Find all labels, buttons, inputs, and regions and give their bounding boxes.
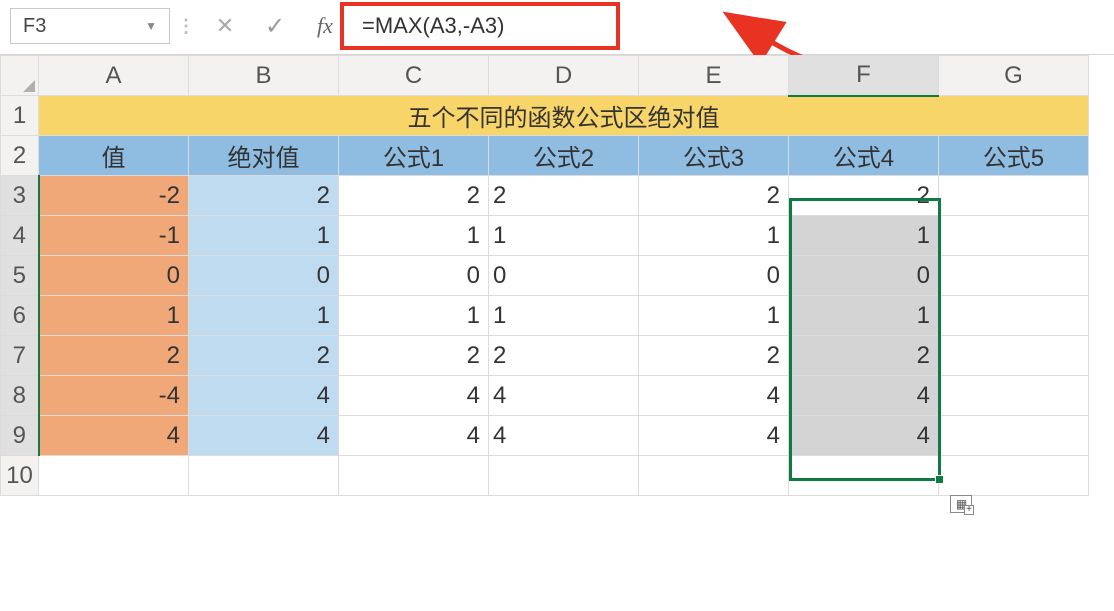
cell[interactable]: 0 — [39, 256, 189, 296]
row-header-5[interactable]: 5 — [1, 256, 39, 296]
cell[interactable]: 0 — [189, 256, 339, 296]
autofill-options-icon[interactable]: ▦+ — [950, 495, 972, 513]
cell[interactable]: 0 — [339, 256, 489, 296]
cell[interactable]: 2 — [339, 336, 489, 376]
col-header-B[interactable]: B — [189, 56, 339, 96]
cell[interactable]: 4 — [189, 416, 339, 456]
cell[interactable] — [939, 256, 1089, 296]
cell[interactable]: -1 — [39, 216, 189, 256]
cell[interactable]: 2 — [639, 336, 789, 376]
cell[interactable] — [939, 176, 1089, 216]
cell[interactable]: 4 — [489, 416, 639, 456]
col-header-D[interactable]: D — [489, 56, 639, 96]
row-header-3[interactable]: 3 — [1, 176, 39, 216]
row-header-8[interactable]: 8 — [1, 376, 39, 416]
cell[interactable] — [789, 456, 939, 496]
cell[interactable] — [489, 456, 639, 496]
title-cell[interactable]: 五个不同的函数公式区绝对值 — [39, 96, 1089, 136]
cell[interactable]: 4 — [339, 416, 489, 456]
formula-bar: F3 ▼ ⋮ ✕ ✓ fx — [0, 0, 1114, 55]
cell[interactable]: 4 — [489, 376, 639, 416]
row-header-10[interactable]: 10 — [1, 456, 39, 496]
separator: ⋮ — [170, 16, 200, 37]
header-f5[interactable]: 公式5 — [939, 136, 1089, 176]
cell[interactable] — [339, 456, 489, 496]
row-header-9[interactable]: 9 — [1, 416, 39, 456]
cell[interactable]: 1 — [489, 296, 639, 336]
cell[interactable]: 2 — [339, 176, 489, 216]
name-box-value: F3 — [23, 15, 46, 38]
col-header-E[interactable]: E — [639, 56, 789, 96]
row-header-1[interactable]: 1 — [1, 96, 39, 136]
col-header-F[interactable]: F — [789, 56, 939, 96]
cell[interactable]: 4 — [789, 416, 939, 456]
cell[interactable]: 4 — [639, 376, 789, 416]
header-f2[interactable]: 公式2 — [489, 136, 639, 176]
cell[interactable]: 2 — [189, 176, 339, 216]
cell[interactable]: 4 — [189, 376, 339, 416]
header-f1[interactable]: 公式1 — [339, 136, 489, 176]
col-header-A[interactable]: A — [39, 56, 189, 96]
cell[interactable]: 1 — [189, 216, 339, 256]
cell[interactable]: 0 — [489, 256, 639, 296]
cell[interactable]: 1 — [39, 296, 189, 336]
header-val[interactable]: 值 — [39, 136, 189, 176]
cell[interactable]: 2 — [639, 176, 789, 216]
cell[interactable]: 4 — [339, 376, 489, 416]
row-header-4[interactable]: 4 — [1, 216, 39, 256]
cell[interactable]: 1 — [789, 216, 939, 256]
cell[interactable] — [939, 416, 1089, 456]
spreadsheet-grid[interactable]: A B C D E F G 1 五个不同的函数公式区绝对值 2 值 绝对值 公式… — [0, 55, 1114, 496]
cell[interactable] — [39, 456, 189, 496]
active-cell[interactable]: 2 — [789, 176, 939, 216]
cell[interactable]: 0 — [789, 256, 939, 296]
cell[interactable]: 1 — [789, 296, 939, 336]
header-f4[interactable]: 公式4 — [789, 136, 939, 176]
formula-input[interactable] — [350, 8, 1104, 44]
cell[interactable]: 4 — [789, 376, 939, 416]
cell[interactable]: 1 — [639, 296, 789, 336]
cell[interactable]: 2 — [789, 336, 939, 376]
cell[interactable] — [939, 296, 1089, 336]
cell[interactable] — [189, 456, 339, 496]
cancel-button[interactable]: ✕ — [200, 8, 250, 44]
dropdown-icon[interactable]: ▼ — [145, 19, 157, 33]
cell[interactable] — [639, 456, 789, 496]
row-header-2[interactable]: 2 — [1, 136, 39, 176]
cell[interactable]: 1 — [339, 296, 489, 336]
cell[interactable]: 1 — [339, 216, 489, 256]
select-all-corner[interactable] — [1, 56, 39, 96]
enter-button[interactable]: ✓ — [250, 8, 300, 44]
name-box[interactable]: F3 ▼ — [10, 8, 170, 44]
cell[interactable] — [939, 336, 1089, 376]
fx-button[interactable]: fx — [300, 8, 350, 44]
col-header-G[interactable]: G — [939, 56, 1089, 96]
cell[interactable]: 4 — [39, 416, 189, 456]
cell[interactable]: -4 — [39, 376, 189, 416]
cell[interactable]: 2 — [489, 176, 639, 216]
cell[interactable]: 2 — [489, 336, 639, 376]
col-header-C[interactable]: C — [339, 56, 489, 96]
cell[interactable]: -2 — [39, 176, 189, 216]
row-header-6[interactable]: 6 — [1, 296, 39, 336]
header-f3[interactable]: 公式3 — [639, 136, 789, 176]
cell[interactable]: 1 — [639, 216, 789, 256]
cell[interactable]: 2 — [189, 336, 339, 376]
cell[interactable]: 0 — [639, 256, 789, 296]
cell[interactable]: 1 — [489, 216, 639, 256]
fill-handle[interactable] — [935, 475, 944, 484]
cell[interactable]: 1 — [189, 296, 339, 336]
cell[interactable] — [939, 216, 1089, 256]
cell[interactable] — [939, 376, 1089, 416]
header-abs[interactable]: 绝对值 — [189, 136, 339, 176]
cell[interactable]: 4 — [639, 416, 789, 456]
row-header-7[interactable]: 7 — [1, 336, 39, 376]
cell[interactable]: 2 — [39, 336, 189, 376]
cell[interactable] — [939, 456, 1089, 496]
